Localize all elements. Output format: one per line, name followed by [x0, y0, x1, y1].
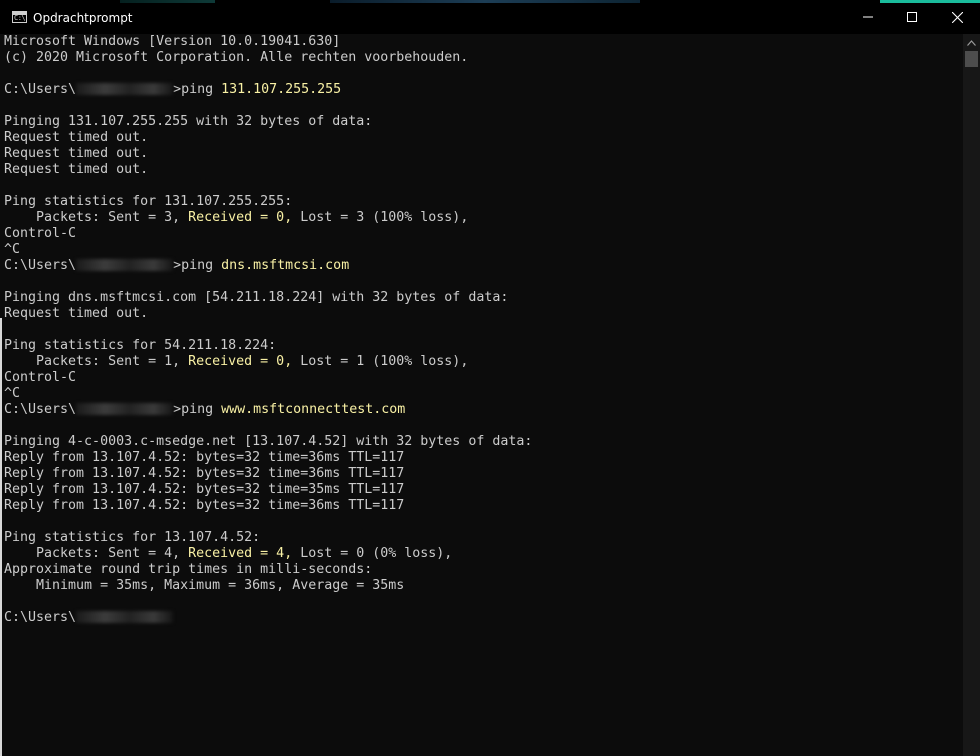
console-line: Microsoft Windows [Version 10.0.19041.63…	[4, 34, 341, 49]
close-button[interactable]	[934, 0, 980, 34]
console-line: Reply from 13.107.4.52: bytes=32 time=35…	[4, 482, 405, 497]
packet-stats-line: Packets: Sent = 3, Received = 0, Lost = …	[4, 210, 960, 226]
maximize-icon	[907, 12, 917, 22]
console-line: Control-C	[4, 226, 77, 241]
packet-stats-sent: Packets: Sent = 3,	[4, 210, 189, 225]
prompt-path: C:\Users\	[4, 82, 77, 97]
close-icon	[951, 11, 963, 23]
prompt-command: >ping	[173, 82, 222, 97]
console-output[interactable]: Microsoft Windows [Version 10.0.19041.63…	[4, 34, 960, 756]
console-line: ^C	[4, 242, 21, 257]
console-line: Approximate round trip times in milli-se…	[4, 562, 373, 577]
prompt-line: C:\Users\ >ping dns.msftmcsi.com	[4, 258, 960, 274]
console-line: Control-C	[4, 370, 77, 385]
console-line: Request timed out.	[4, 130, 149, 145]
packet-stats-lost: Lost = 3 (100% loss),	[292, 210, 469, 225]
console-line: Ping statistics for 13.107.4.52:	[4, 530, 261, 545]
prompt-path: C:\Users\	[4, 402, 77, 417]
packet-stats-lost: Lost = 1 (100% loss),	[292, 354, 469, 369]
packet-stats-received: Received = 0,	[188, 210, 293, 225]
prompt-command: >ping	[173, 258, 222, 273]
console-line: Pinging 4-c-0003.c-msedge.net [13.107.4.…	[4, 434, 533, 449]
window-edge	[0, 318, 2, 756]
redacted-username	[76, 403, 174, 415]
console-line: (c) 2020 Microsoft Corporation. Alle rec…	[4, 50, 469, 65]
cmd-icon: C:\	[12, 11, 27, 23]
packet-stats-line: Packets: Sent = 1, Received = 0, Lost = …	[4, 354, 960, 370]
desktop-background-strip	[120, 0, 215, 3]
prompt-path: C:\Users\	[4, 610, 77, 625]
desktop-background-strip	[330, 0, 640, 3]
command-argument: dns.msftmcsi.com	[221, 258, 350, 273]
console-line: Request timed out.	[4, 306, 149, 321]
console-line: Pinging dns.msftmcsi.com [54.211.18.224]…	[4, 290, 509, 305]
console-line: Pinging 131.107.255.255 with 32 bytes of…	[4, 114, 373, 129]
console-line: Request timed out.	[4, 162, 149, 177]
scrollbar-thumb[interactable]	[965, 51, 978, 67]
minimize-icon	[863, 16, 873, 18]
console-line: Reply from 13.107.4.52: bytes=32 time=36…	[4, 498, 405, 513]
redacted-username	[76, 259, 174, 271]
scroll-up-button[interactable]	[963, 34, 980, 51]
window-title: Opdrachtprompt	[33, 11, 133, 25]
console-line: Ping statistics for 131.107.255.255:	[4, 194, 293, 209]
packet-stats-sent: Packets: Sent = 1,	[4, 354, 189, 369]
console-line: Reply from 13.107.4.52: bytes=32 time=36…	[4, 466, 405, 481]
title-bar[interactable]: C:\ Opdrachtprompt	[0, 0, 980, 34]
chevron-up-icon	[967, 39, 976, 46]
prompt-line: C:\Users\	[4, 610, 960, 626]
maximize-button[interactable]	[889, 0, 935, 34]
packet-stats-sent: Packets: Sent = 4,	[4, 546, 189, 561]
prompt-command: >ping	[173, 402, 222, 417]
prompt-line: C:\Users\ >ping www.msftconnecttest.com	[4, 402, 960, 418]
console-line: Request timed out.	[4, 146, 149, 161]
prompt-line: C:\Users\ >ping 131.107.255.255	[4, 82, 960, 98]
console-line: Ping statistics for 54.211.18.224:	[4, 338, 277, 353]
command-argument: 131.107.255.255	[221, 82, 342, 97]
console-line: Reply from 13.107.4.52: bytes=32 time=36…	[4, 450, 405, 465]
redacted-username	[76, 83, 174, 95]
vertical-scrollbar[interactable]	[963, 34, 980, 756]
command-prompt-window: C:\ Opdrachtprompt Microsoft Windows [Ve…	[0, 0, 980, 756]
redacted-username	[76, 611, 174, 623]
packet-stats-received: Received = 4,	[188, 546, 293, 561]
packet-stats-lost: Lost = 0 (0% loss),	[292, 546, 453, 561]
prompt-path: C:\Users\	[4, 258, 77, 273]
minimize-button[interactable]	[845, 0, 891, 34]
console-line: Minimum = 35ms, Maximum = 36ms, Average …	[4, 578, 405, 593]
packet-stats-received: Received = 0,	[188, 354, 293, 369]
command-argument: www.msftconnecttest.com	[221, 402, 406, 417]
console-line: ^C	[4, 386, 21, 401]
packet-stats-line: Packets: Sent = 4, Received = 4, Lost = …	[4, 546, 960, 562]
